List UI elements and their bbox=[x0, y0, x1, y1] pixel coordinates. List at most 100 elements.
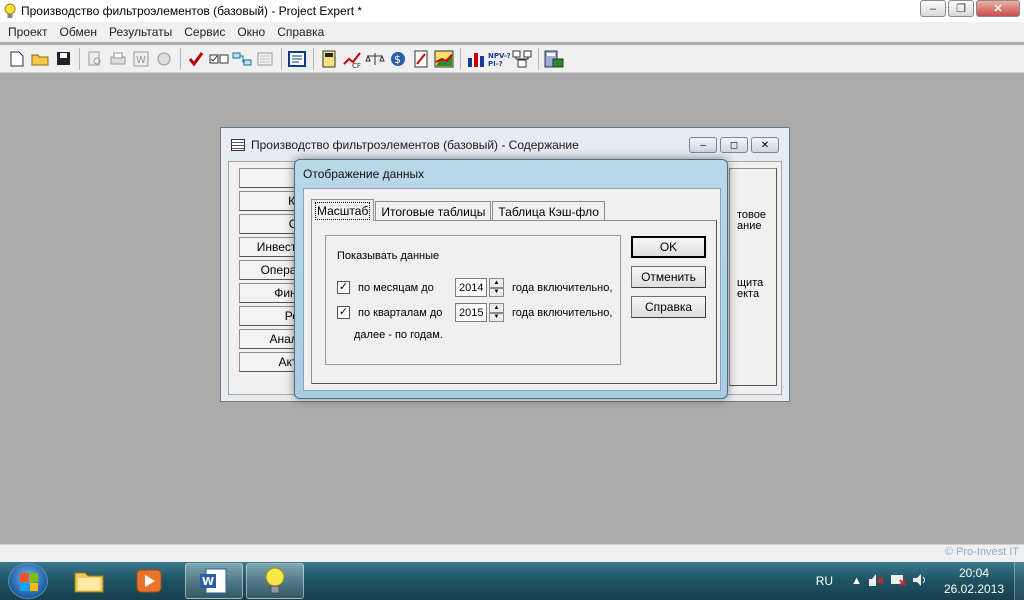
clock[interactable]: 20:04 26.02.2013 bbox=[934, 565, 1014, 597]
tab-scale-label: Масштаб bbox=[314, 201, 371, 220]
svg-text:W: W bbox=[136, 55, 146, 66]
yearly-note: далее - по годам. bbox=[354, 329, 443, 341]
cashflow-chart-icon[interactable]: CF bbox=[341, 48, 363, 70]
volume-icon[interactable] bbox=[912, 573, 928, 590]
right-panel-text: щита екта bbox=[737, 278, 763, 300]
menu-bar: Проект Обмен Результаты Сервис Окно Спра… bbox=[0, 22, 1024, 42]
spin-up-icon[interactable]: ▲ bbox=[489, 278, 504, 288]
tab-summary-tables[interactable]: Итоговые таблицы bbox=[375, 201, 492, 221]
menu-service[interactable]: Сервис bbox=[178, 25, 231, 39]
menu-project[interactable]: Проект bbox=[2, 25, 54, 39]
dialog-body: Масштаб Итоговые таблицы Таблица Кэш-фло… bbox=[303, 188, 721, 391]
quarterly-checkbox[interactable]: ✓ bbox=[337, 306, 350, 319]
restore-button[interactable]: ❐ bbox=[948, 0, 974, 17]
svg-text:PI-?: PI-? bbox=[488, 60, 503, 68]
monthly-year-spinner: ▲ ▼ bbox=[455, 278, 504, 297]
structure-icon[interactable] bbox=[511, 48, 533, 70]
group-title: Показывать данные bbox=[337, 250, 440, 262]
explorer-taskbar-button[interactable] bbox=[60, 563, 118, 599]
contents-close-button[interactable]: ✕ bbox=[751, 137, 779, 153]
tab-summary-tables-label: Итоговые таблицы bbox=[381, 204, 486, 219]
diagram-icon[interactable] bbox=[231, 48, 253, 70]
brand-label: © Pro-Invest IT bbox=[944, 546, 1019, 558]
save-icon[interactable] bbox=[52, 48, 74, 70]
menu-window[interactable]: Окно bbox=[231, 25, 271, 39]
tab-cashflow-table-label: Таблица Кэш-фло bbox=[498, 204, 599, 219]
bar-chart-icon[interactable] bbox=[465, 48, 487, 70]
close-button[interactable]: ✕ bbox=[976, 0, 1020, 17]
spin-down-icon[interactable]: ▼ bbox=[489, 287, 504, 297]
network-icon[interactable] bbox=[890, 573, 906, 590]
print-icon[interactable] bbox=[107, 48, 129, 70]
word-taskbar-button[interactable]: W bbox=[185, 563, 243, 599]
contents-restore-button[interactable]: ◻ bbox=[720, 137, 748, 153]
print-preview-icon[interactable] bbox=[84, 48, 106, 70]
taskbar: W RU ▲ 20:04 26.02.2013 bbox=[0, 562, 1024, 600]
calculator-icon[interactable] bbox=[543, 48, 565, 70]
media-player-taskbar-button[interactable] bbox=[120, 563, 178, 599]
document-icon[interactable] bbox=[254, 48, 276, 70]
quarterly-year-spinner: ▲ ▼ bbox=[455, 303, 504, 322]
npv-pi-icon[interactable]: NPV-? PI-? bbox=[488, 48, 510, 70]
contents-icon[interactable] bbox=[286, 48, 308, 70]
show-hidden-icons-icon[interactable]: ▲ bbox=[851, 575, 862, 587]
toolbar-separator bbox=[313, 47, 314, 70]
cancel-button[interactable]: Отменить bbox=[631, 266, 706, 288]
check-icon[interactable] bbox=[185, 48, 207, 70]
svg-text:CF: CF bbox=[352, 62, 361, 68]
word-icon: W bbox=[200, 568, 227, 594]
toolbar-separator bbox=[79, 47, 80, 70]
app-title-bar[interactable]: Производство фильтроэлементов (базовый) … bbox=[0, 0, 1024, 22]
tab-cashflow-table[interactable]: Таблица Кэш-фло bbox=[492, 201, 605, 221]
clock-date: 26.02.2013 bbox=[943, 582, 1005, 596]
help-button[interactable]: Справка bbox=[631, 296, 706, 318]
balance-icon[interactable] bbox=[364, 48, 386, 70]
quarterly-year-input[interactable] bbox=[455, 303, 487, 322]
dollar-icon[interactable]: $ bbox=[387, 48, 409, 70]
lightbulb-icon bbox=[3, 3, 17, 19]
toolbar-separator bbox=[460, 47, 461, 70]
toolbar-separator bbox=[538, 47, 539, 70]
language-indicator[interactable]: RU bbox=[816, 574, 833, 588]
new-file-icon[interactable] bbox=[6, 48, 28, 70]
tab-scale[interactable]: Масштаб bbox=[311, 199, 375, 221]
quarterly-row: ✓ по кварталам до ▲ ▼ года включительно, bbox=[337, 303, 612, 322]
table-icon[interactable] bbox=[318, 48, 340, 70]
dialog-title: Отображение данных bbox=[303, 167, 425, 181]
data-display-dialog: Отображение данных Масштаб Итоговые табл… bbox=[294, 159, 728, 399]
checklist-icon[interactable] bbox=[208, 48, 230, 70]
settings-icon[interactable] bbox=[153, 48, 175, 70]
spin-up-icon[interactable]: ▲ bbox=[489, 303, 504, 313]
contents-window-controls: – ◻ ✕ bbox=[689, 137, 779, 153]
start-button[interactable] bbox=[8, 563, 48, 599]
menu-help[interactable]: Справка bbox=[271, 25, 330, 39]
contents-title: Производство фильтроэлементов (базовый) … bbox=[251, 137, 579, 152]
quarterly-label: по кварталам до bbox=[358, 306, 443, 319]
monthly-spin-buttons: ▲ ▼ bbox=[489, 278, 504, 297]
app-title: Производство фильтроэлементов (базовый) … bbox=[21, 4, 363, 18]
monthly-year-input[interactable] bbox=[455, 278, 487, 297]
monthly-label: по месяцам до bbox=[358, 281, 434, 294]
ok-button[interactable]: OK bbox=[631, 236, 706, 258]
area-chart-icon[interactable] bbox=[433, 48, 455, 70]
monthly-checkbox[interactable]: ✓ bbox=[337, 281, 350, 294]
toolbar: W CF $ NPV-? PI-? bbox=[0, 45, 1024, 73]
open-folder-icon[interactable] bbox=[29, 48, 51, 70]
contents-minimize-button[interactable]: – bbox=[689, 137, 717, 153]
spin-down-icon[interactable]: ▼ bbox=[489, 312, 504, 322]
media-player-icon bbox=[136, 569, 162, 593]
right-panel-text: товое ание bbox=[737, 210, 766, 232]
toolbar-separator bbox=[180, 47, 181, 70]
menu-results[interactable]: Результаты bbox=[103, 25, 178, 39]
word-export-icon[interactable]: W bbox=[130, 48, 152, 70]
right-panel-line: екта bbox=[737, 288, 760, 300]
show-desktop-button[interactable] bbox=[1014, 562, 1024, 600]
monthly-suffix: года включительно, bbox=[512, 281, 613, 294]
project-expert-taskbar-button[interactable] bbox=[246, 563, 304, 599]
monthly-row: ✓ по месяцам до ▲ ▼ года включительно, bbox=[337, 278, 612, 297]
document-list-icon bbox=[231, 138, 245, 151]
minimize-button[interactable]: – bbox=[920, 0, 946, 17]
report-icon[interactable] bbox=[410, 48, 432, 70]
action-center-icon[interactable] bbox=[868, 573, 884, 590]
menu-exchange[interactable]: Обмен bbox=[54, 25, 104, 39]
